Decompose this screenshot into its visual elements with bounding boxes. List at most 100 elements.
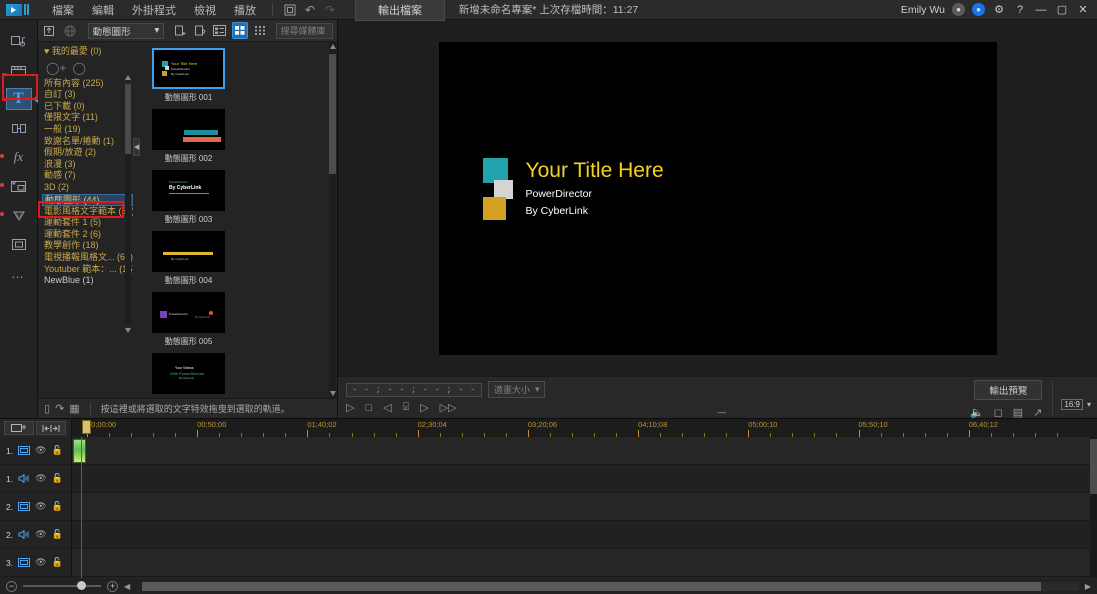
list-view-icon[interactable] <box>212 22 228 39</box>
aspect-ratio-select[interactable]: 16:9 ▾ <box>1052 380 1091 416</box>
mark-icon[interactable]: ⍌ <box>403 401 410 414</box>
category-tutorial[interactable]: 教學創作 (18) <box>42 240 133 252</box>
menu-view[interactable]: 檢視 <box>186 0 224 20</box>
project-save-icon[interactable] <box>281 2 299 18</box>
zoom-in-button[interactable]: + <box>107 581 118 592</box>
track-header-audio-1[interactable]: 1. 👁 🔓 <box>0 465 71 493</box>
maximize-button[interactable]: ▢ <box>1055 3 1069 16</box>
popout-icon[interactable]: ↗ <box>1033 406 1042 419</box>
gear-icon[interactable]: ⚙ <box>992 3 1006 16</box>
play-icon[interactable]: ▷ <box>346 401 354 414</box>
sidebar-item-effect[interactable]: fx <box>6 146 32 168</box>
sidebar-item-subtitle[interactable] <box>6 233 32 255</box>
category-custom[interactable]: 自訂 (3) <box>42 89 133 101</box>
category-newblue[interactable]: NewBlue (1) <box>42 275 133 287</box>
category-3d[interactable]: 3D (2) <box>42 182 133 194</box>
list-item[interactable]: Your Videos With PowerDirector By CyberL… <box>141 353 236 398</box>
sidebar-item-media[interactable] <box>6 30 32 52</box>
sidebar-item-particle[interactable] <box>6 204 32 226</box>
category-holiday[interactable]: 假期/放遊 (2) <box>42 147 133 159</box>
zoom-slider-knob[interactable] <box>77 581 86 590</box>
category-credits[interactable]: 致謝名單/捲動 (1) <box>42 136 133 148</box>
new-item-icon[interactable] <box>172 22 188 39</box>
minimize-button[interactable]: — <box>1034 4 1048 16</box>
add-to-timeline-icon[interactable]: ▯ <box>44 402 50 415</box>
track-manager-icon[interactable] <box>4 421 34 435</box>
category-general[interactable]: 一般 (19) <box>42 124 133 136</box>
category-scrollbar[interactable] <box>125 84 131 324</box>
fit-size-select[interactable]: 適畫大小 ▾ <box>488 381 546 398</box>
grid-scrollbar[interactable] <box>329 42 336 398</box>
eye-icon[interactable]: 👁 <box>35 501 46 512</box>
scroll-up-icon[interactable] <box>125 75 131 80</box>
eye-icon[interactable]: 👁 <box>35 473 46 484</box>
template-thumbnail[interactable]: PowerDirector By CyberLink <box>152 292 225 333</box>
eye-icon[interactable]: 👁 <box>35 557 46 568</box>
collapse-panel-handle[interactable]: ◀ <box>133 138 140 156</box>
timeline-ruler[interactable]: 00;00;0000;50;0001;40;0202;30;0403;20;06… <box>72 419 1097 437</box>
timecode-display[interactable]: - - ; - - ; - - ; - - <box>346 383 482 397</box>
search-input[interactable]: 搜尋媒體庫 <box>276 23 333 39</box>
template-thumbnail[interactable]: By CyberLink <box>152 231 225 272</box>
help-icon[interactable]: ? <box>1013 4 1027 16</box>
produce-preview-button[interactable]: 輸出預覽 <box>974 380 1042 400</box>
sidebar-item-clapperboard[interactable] <box>6 59 32 81</box>
scroll-down-icon[interactable] <box>125 328 131 333</box>
lane-audio-1[interactable] <box>72 465 1097 493</box>
ruler-playhead-handle[interactable] <box>82 420 91 434</box>
playhead[interactable] <box>81 437 82 578</box>
category-cinematic-text[interactable]: 電影風格文字範本 (30) <box>42 206 133 218</box>
track-header-audio-2[interactable]: 2. 👁 🔓 <box>0 521 71 549</box>
scroll-right-icon[interactable]: ▶ <box>1085 582 1091 591</box>
notification-icon[interactable]: ● <box>972 3 985 16</box>
category-youtuber[interactable]: Youtuber 範本：... (15) <box>42 264 133 276</box>
drag-to-track-icon[interactable]: ↷ <box>55 402 64 415</box>
timeline-clip[interactable] <box>73 439 86 463</box>
scroll-thumb[interactable] <box>142 582 1041 591</box>
track-header-video-3[interactable]: 3. 👁 🔓 <box>0 549 71 577</box>
template-thumbnail[interactable]: PowerDirector By CyberLink <box>152 170 225 211</box>
insert-track-icon[interactable]: ▦ <box>69 402 79 415</box>
list-item[interactable]: PowerDirector By CyberLink 動態圖形 003 <box>141 170 236 225</box>
category-dynamic[interactable]: 動感 (7) <box>42 170 133 182</box>
menu-plugins[interactable]: 外掛程式 <box>124 0 184 20</box>
scroll-left-icon[interactable]: ◀ <box>124 582 130 591</box>
library-category-select[interactable]: 動態圖形 ▾ <box>88 23 165 39</box>
list-item[interactable]: 動態圖形 002 <box>141 109 236 164</box>
zoom-out-button[interactable]: − <box>6 581 17 592</box>
unlock-icon[interactable]: 🔓 <box>52 557 63 568</box>
sidebar-item-more[interactable]: … <box>6 262 32 284</box>
fit-timeline-icon[interactable] <box>36 421 66 435</box>
scroll-thumb[interactable] <box>125 84 131 154</box>
video-preview[interactable]: Your Title Here PowerDirector By CyberLi… <box>439 42 997 355</box>
track-header-video-2[interactable]: 2. 👁 🔓 <box>0 493 71 521</box>
account-icon[interactable]: ● <box>952 3 965 16</box>
lane-audio-2[interactable] <box>72 521 1097 549</box>
lane-video-3[interactable] <box>72 549 1097 577</box>
template-thumbnail[interactable]: Your Title Here PowerDirector By CyberLi… <box>152 48 225 89</box>
lane-video-2[interactable] <box>72 493 1097 521</box>
lane-video-1[interactable] <box>72 437 1097 465</box>
scroll-thumb[interactable] <box>1090 439 1097 494</box>
scroll-down-icon[interactable] <box>330 391 336 396</box>
unlock-icon[interactable]: 🔓 <box>52 501 63 512</box>
category-sports-pack-2[interactable]: 運動套件 2 (6) <box>42 229 133 241</box>
list-item[interactable]: Your Title Here PowerDirector By CyberLi… <box>141 48 236 103</box>
menu-file[interactable]: 檔案 <box>44 0 82 20</box>
produce-button[interactable]: 輸出檔案 <box>355 0 445 21</box>
fast-forward-icon[interactable]: ▷▷ <box>440 401 457 414</box>
tag-icon[interactable]: ◯ <box>72 61 85 75</box>
unlock-icon[interactable]: 🔓 <box>52 529 63 540</box>
duplicate-item-icon[interactable] <box>192 22 208 39</box>
scrub-handle[interactable]: ━━ <box>718 409 726 417</box>
track-lanes[interactable] <box>72 437 1097 578</box>
category-all[interactable]: 所有內容 (225) <box>42 78 133 90</box>
undo-icon[interactable]: ↶ <box>301 2 319 18</box>
grid-view-icon[interactable] <box>232 22 248 39</box>
add-tag-icon[interactable]: ◯+ <box>46 61 66 75</box>
snapshot-icon[interactable]: ◻ <box>994 406 1003 419</box>
prev-frame-icon[interactable]: ◁ <box>383 401 391 414</box>
scroll-thumb[interactable] <box>329 54 336 174</box>
eye-icon[interactable]: 👁 <box>35 445 46 456</box>
eye-icon[interactable]: 👁 <box>35 529 46 540</box>
